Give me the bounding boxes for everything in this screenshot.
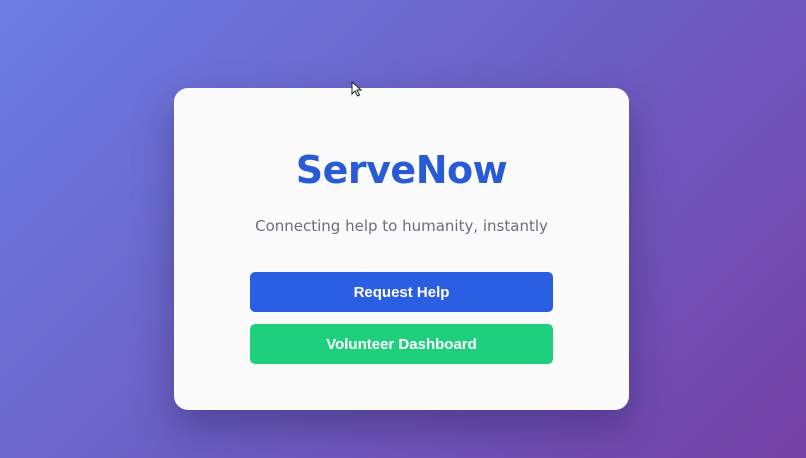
- mouse-pointer-icon: [351, 81, 363, 97]
- brand-title: ServeNow: [295, 148, 508, 192]
- request-help-button[interactable]: Request Help: [250, 272, 553, 312]
- app-background: { "app": { "brand": "ServeNow", "tagline…: [0, 0, 806, 458]
- welcome-card: ServeNow Connecting help to humanity, in…: [174, 88, 629, 410]
- tagline: Connecting help to humanity, instantly: [255, 217, 548, 235]
- volunteer-dashboard-button[interactable]: Volunteer Dashboard: [250, 324, 553, 364]
